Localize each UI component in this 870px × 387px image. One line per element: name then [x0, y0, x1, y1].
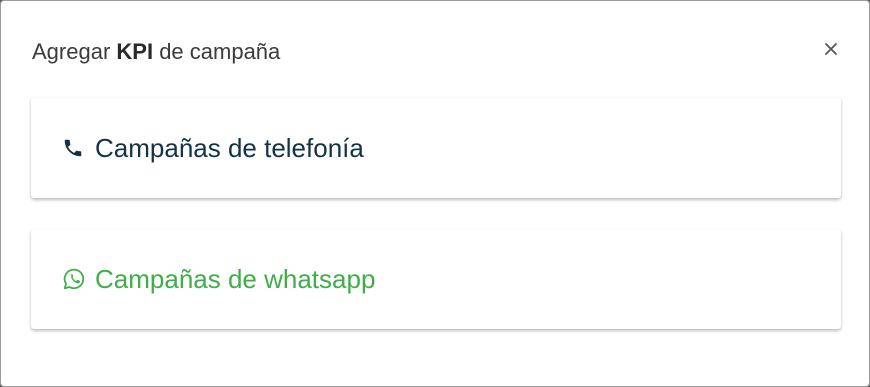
dialog-title-prefix: Agregar: [32, 39, 117, 64]
close-button[interactable]: [819, 37, 843, 61]
phone-campaigns-label: Campañas de telefonía: [95, 133, 364, 163]
whatsapp-campaigns-option[interactable]: Campañas de whatsapp: [31, 229, 841, 329]
dialog-title-bold: KPI: [116, 39, 154, 64]
phone-campaigns-option[interactable]: Campañas de telefonía: [31, 98, 841, 198]
phone-icon: [62, 136, 86, 160]
close-icon: [825, 43, 837, 55]
dialog-title: Agregar KPI de campaña: [32, 38, 280, 66]
whatsapp-campaigns-label: Campañas de whatsapp: [95, 264, 376, 294]
dialog-title-suffix: de campaña: [153, 39, 281, 64]
whatsapp-icon: [62, 267, 86, 291]
add-kpi-dialog: Agregar KPI de campaña Campañas de telef…: [0, 0, 870, 387]
